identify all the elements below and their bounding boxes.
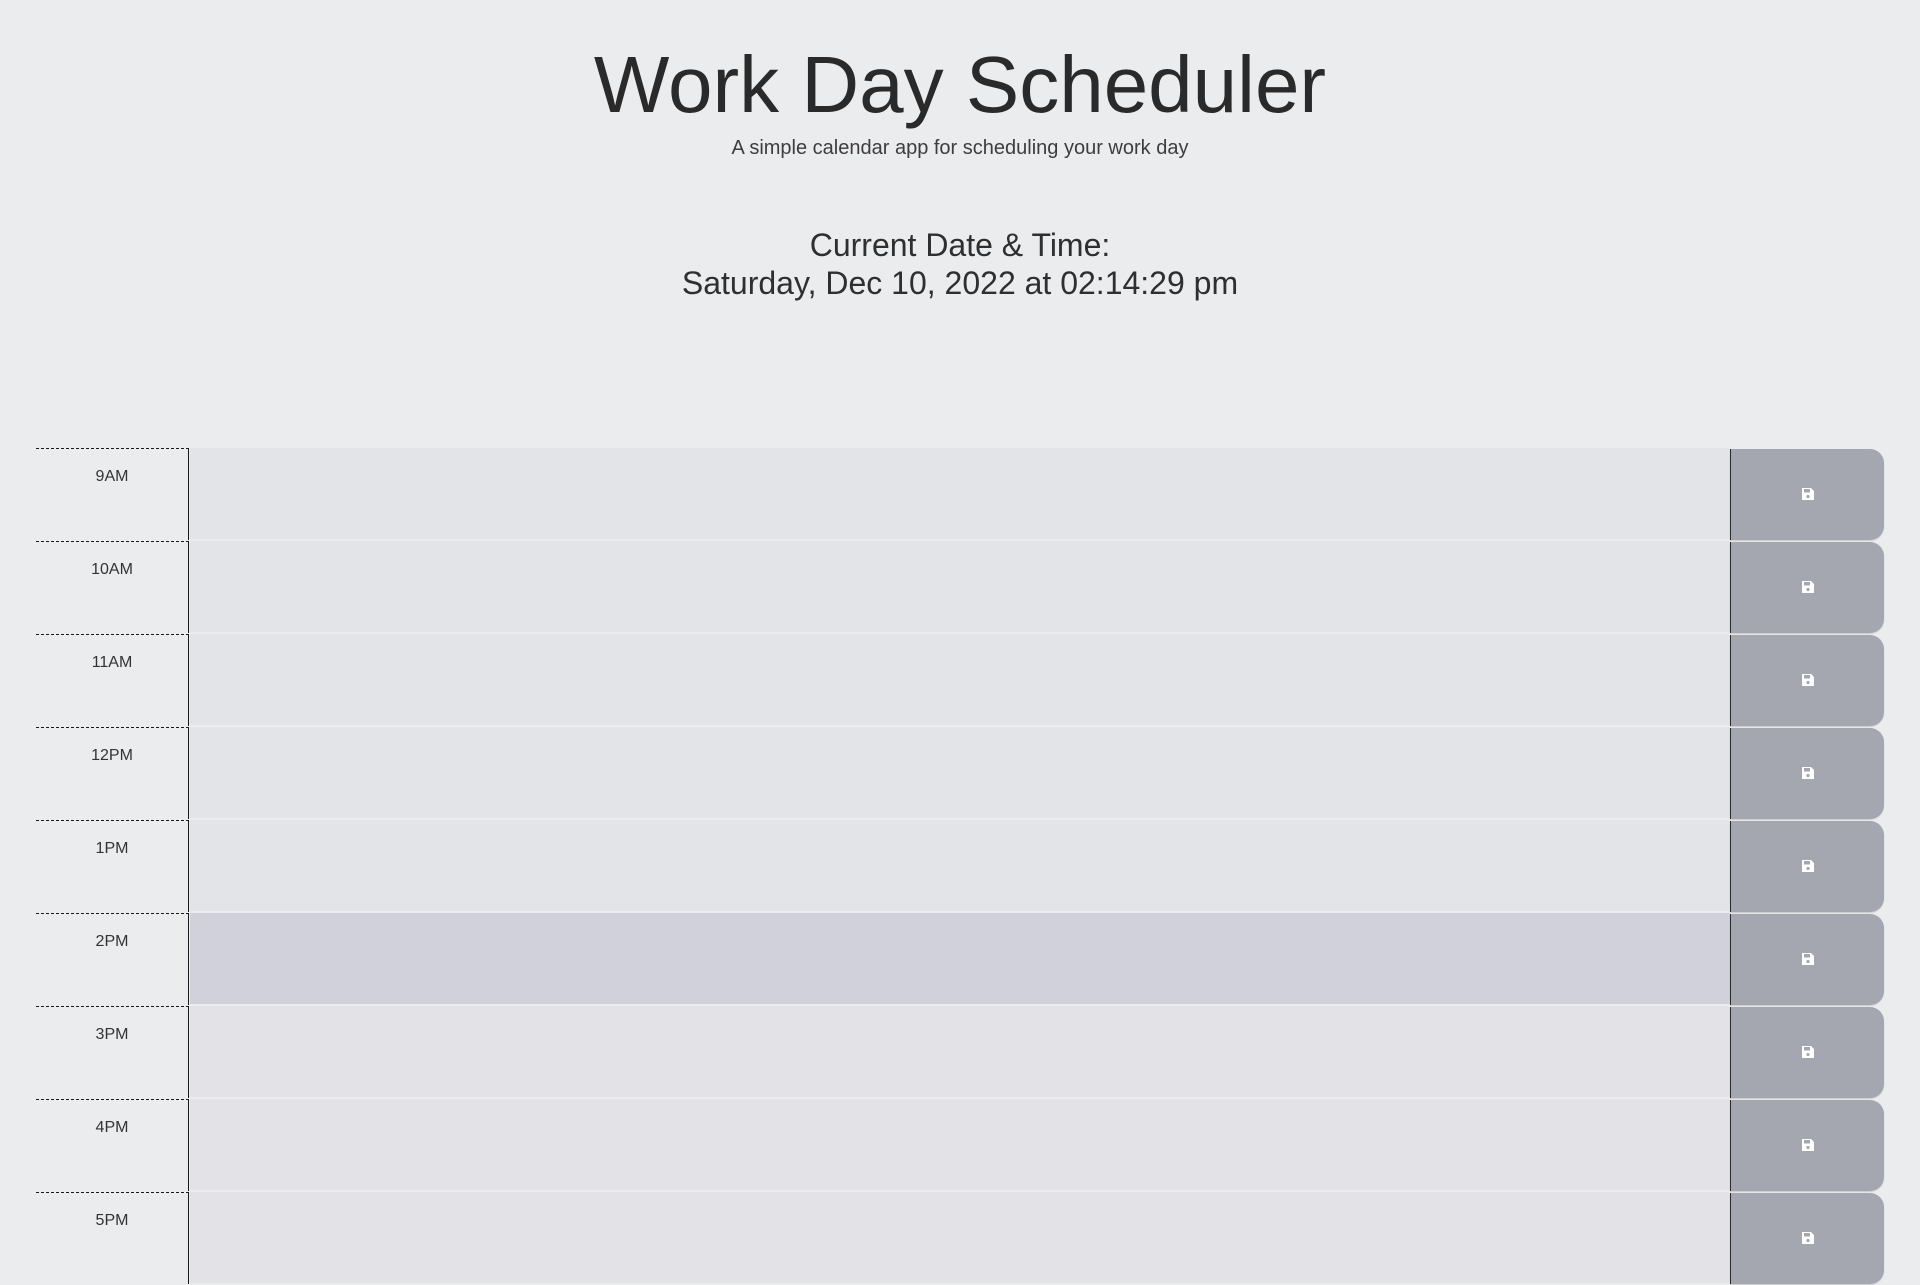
hour-label: 4PM xyxy=(36,1099,189,1191)
event-description-input[interactable] xyxy=(190,820,1730,912)
save-button[interactable] xyxy=(1730,542,1884,633)
event-description-input[interactable] xyxy=(190,634,1730,726)
save-button[interactable] xyxy=(1730,1100,1884,1191)
save-button[interactable] xyxy=(1730,449,1884,540)
time-block-row: 4PM xyxy=(36,1099,1885,1192)
hour-label: 12PM xyxy=(36,727,189,819)
floppy-disk-icon xyxy=(1802,860,1814,872)
hour-label: 11AM xyxy=(36,634,189,726)
floppy-disk-icon xyxy=(1802,581,1814,593)
hour-label: 5PM xyxy=(36,1192,189,1284)
floppy-disk-icon xyxy=(1802,488,1814,500)
current-datetime-value: Saturday, Dec 10, 2022 at 02:14:29 pm xyxy=(681,265,1239,301)
page-title: Work Day Scheduler xyxy=(593,40,1327,129)
floppy-disk-icon xyxy=(1802,1139,1814,1151)
save-button[interactable] xyxy=(1730,1193,1884,1284)
hour-label: 9AM xyxy=(36,448,189,540)
event-description-input[interactable] xyxy=(190,541,1730,633)
floppy-disk-icon xyxy=(1802,1232,1814,1244)
hour-label: 3PM xyxy=(36,1006,189,1098)
time-block-row: 11AM xyxy=(36,634,1885,727)
time-block-row: 12PM xyxy=(36,727,1885,820)
current-datetime-heading: Current Date & Time: xyxy=(809,227,1111,263)
save-button[interactable] xyxy=(1730,914,1884,1005)
hour-label: 1PM xyxy=(36,820,189,912)
hour-label: 2PM xyxy=(36,913,189,1005)
time-block-row: 5PM xyxy=(36,1192,1885,1285)
schedule-container: 9AM 10AM 11AM 12PM 1PM 2PM 3PM 4PM 5PM xyxy=(36,448,1885,1285)
event-description-input[interactable] xyxy=(190,1006,1730,1098)
time-block-row: 1PM xyxy=(36,820,1885,913)
floppy-disk-icon xyxy=(1802,767,1814,779)
save-button[interactable] xyxy=(1730,821,1884,912)
floppy-disk-icon xyxy=(1802,953,1814,965)
event-description-input[interactable] xyxy=(190,913,1730,1005)
time-block-row: 10AM xyxy=(36,541,1885,634)
save-button[interactable] xyxy=(1730,635,1884,726)
hour-label: 10AM xyxy=(36,541,189,633)
time-block-row: 3PM xyxy=(36,1006,1885,1099)
floppy-disk-icon xyxy=(1802,674,1814,686)
page-subtitle: A simple calendar app for scheduling you… xyxy=(731,137,1189,159)
floppy-disk-icon xyxy=(1802,1046,1814,1058)
event-description-input[interactable] xyxy=(190,448,1730,540)
event-description-input[interactable] xyxy=(190,1099,1730,1191)
event-description-input[interactable] xyxy=(190,727,1730,819)
save-button[interactable] xyxy=(1730,1007,1884,1098)
event-description-input[interactable] xyxy=(190,1192,1730,1284)
time-block-row: 2PM xyxy=(36,913,1885,1006)
save-button[interactable] xyxy=(1730,728,1884,819)
time-block-row: 9AM xyxy=(36,448,1885,541)
